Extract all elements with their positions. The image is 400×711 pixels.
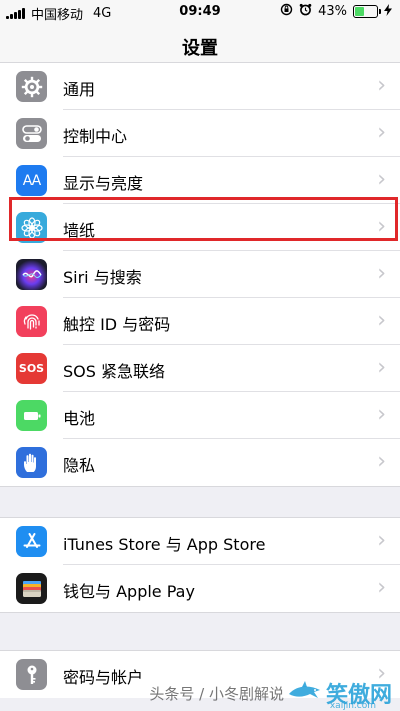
settings-row-label: 触控 ID 与密码 [63,315,171,334]
page-title: 设置 [182,38,218,59]
settings-row-label: 隐私 [63,456,96,475]
settings-row-privacy[interactable]: 隐私 › [0,439,400,486]
settings-row-control-center[interactable]: 控制中心 › [0,110,400,157]
app-store-icon [16,526,47,557]
battery-percent: 43% [318,3,347,19]
chevron-right-icon: › [377,120,386,145]
settings-row-label: 密码与帐户 [63,668,144,687]
chevron-right-icon: › [377,167,386,192]
watermark-url: xaijin.com [329,701,376,711]
wallet-icon [16,573,47,604]
key-icon [16,659,47,690]
settings-row-battery[interactable]: 电池 › [0,392,400,439]
gear-icon [16,71,47,102]
text-size-icon: AA [16,165,47,196]
siri-icon [16,259,47,290]
settings-row-label: 显示与亮度 [63,174,144,193]
status-right: 43% [280,3,392,19]
settings-row-label: iTunes Store 与 App Store [63,535,266,554]
settings-row-general[interactable]: 通用 › [0,63,400,110]
settings-row-touch-id-passcode[interactable]: 触控 ID 与密码 › [0,298,400,345]
shark-logo-icon [288,680,322,706]
battery-icon [353,4,381,18]
settings-row-wallet-apple-pay[interactable]: 钱包与 Apple Pay › [0,565,400,612]
highlight-frame [9,197,398,241]
settings-row-label: 通用 [63,80,96,99]
settings-row-emergency-sos[interactable]: SOS SOS 紧急联络 › [0,345,400,392]
alarm-icon [299,3,312,19]
settings-row-itunes-app-store[interactable]: iTunes Store 与 App Store › [0,518,400,565]
settings-row-label: SOS 紧急联络 [63,362,165,381]
settings-row-label: Siri 与搜索 [63,268,142,287]
fingerprint-icon [16,306,47,337]
status-bar: 中国移动 4G 09:49 43% [0,0,400,24]
settings-group-1: 通用 › 控制中心 › AA 显示与亮度 › 墙纸 › Siri 与搜索 › 触… [0,62,400,487]
orientation-lock-icon [280,3,293,19]
settings-row-label: 电池 [63,409,96,428]
chevron-right-icon: › [377,308,386,333]
settings-row-siri-search[interactable]: Siri 与搜索 › [0,251,400,298]
chevron-right-icon: › [377,528,386,553]
hand-icon [16,447,47,478]
battery-icon [16,400,47,431]
chevron-right-icon: › [377,402,386,427]
battery-fill [355,6,365,16]
settings-group-2: iTunes Store 与 App Store › 钱包与 Apple Pay… [0,517,400,613]
chevron-right-icon: › [377,355,386,380]
chevron-right-icon: › [377,261,386,286]
chevron-right-icon: › [377,449,386,474]
watermark-text: 头条号 / 小冬剧解说 [149,684,284,703]
settings-row-label: 控制中心 [63,127,128,146]
sos-icon: SOS [16,353,47,384]
settings-row-label: 钱包与 Apple Pay [63,582,195,601]
chevron-right-icon: › [377,575,386,600]
charging-bolt-icon [384,3,392,19]
chevron-right-icon: › [377,73,386,98]
toggles-icon [16,118,47,149]
